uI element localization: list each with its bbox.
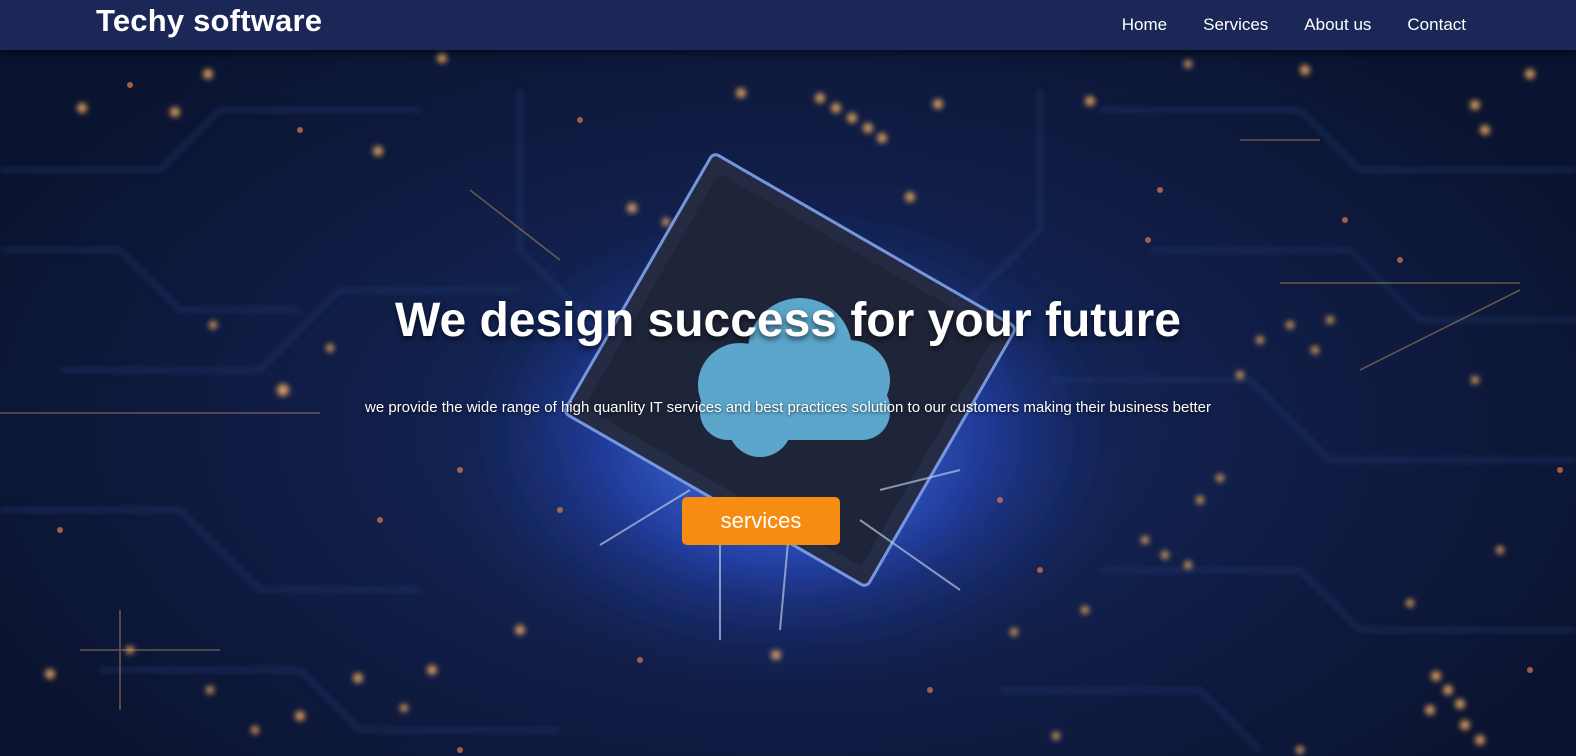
hero-section: We design success for your future we pro… bbox=[0, 50, 1576, 756]
nav-link-contact[interactable]: Contact bbox=[1407, 15, 1466, 35]
brand-logo-text[interactable]: Techy software bbox=[96, 3, 322, 39]
hero-title: We design success for your future bbox=[395, 294, 1181, 347]
nav-link-about-us[interactable]: About us bbox=[1304, 15, 1371, 35]
nav-menu: Home Services About us Contact bbox=[1122, 0, 1466, 50]
navbar: Techy software Home Services About us Co… bbox=[0, 0, 1576, 50]
nav-link-services[interactable]: Services bbox=[1203, 15, 1268, 35]
hero-subtitle: we provide the wide range of high quanli… bbox=[365, 399, 1211, 416]
nav-link-home[interactable]: Home bbox=[1122, 15, 1167, 35]
services-button[interactable]: services bbox=[682, 497, 840, 545]
